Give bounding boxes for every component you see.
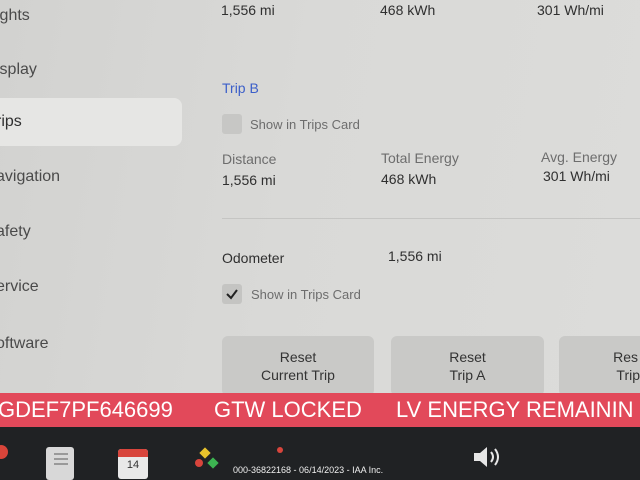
settings-sidebar: ights isplay rips avigation afety ervice… (0, 0, 190, 395)
settings-screen: ights isplay rips avigation afety ervice… (0, 0, 640, 396)
odometer-value: 1,556 mi (388, 248, 442, 264)
alert-banner: GDEF7PF646699 GTW LOCKED LV ENERGY REMAI… (0, 393, 640, 427)
odometer-show-checkbox[interactable] (222, 284, 242, 304)
alert-lv-energy: LV ENERGY REMAININ (396, 397, 634, 422)
sidebar-item-label: oftware (0, 335, 49, 352)
sidebar-item-navigation[interactable]: avigation (0, 155, 182, 199)
trip-b-avg-label: Avg. Energy (541, 149, 618, 165)
button-label-line2: Trip A (449, 367, 486, 383)
button-label-line2: Current Trip (261, 367, 335, 383)
button-label-line1: Reset (449, 349, 486, 365)
volume-icon[interactable] (472, 445, 504, 474)
trip-b-distance-value: 1,556 mi (222, 172, 276, 188)
trip-b-distance-label: Distance (222, 151, 277, 167)
sidebar-item-software[interactable]: oftware (0, 322, 182, 366)
sidebar-item-label: ervice (0, 278, 39, 295)
sidebar-item-safety[interactable]: afety (0, 210, 182, 254)
reset-current-trip-button[interactable]: Reset Current Trip (222, 336, 374, 396)
trip-b-energy-label: Total Energy (381, 150, 459, 166)
sidebar-item-label: ights (0, 7, 30, 24)
sidebar-item-label: rips (0, 113, 22, 130)
reset-trip-b-button[interactable]: Res Trip (559, 336, 640, 396)
trip-b-title: Trip B (222, 80, 259, 96)
calendar-day: 14 (126, 459, 140, 471)
sd-card-icon[interactable] (46, 447, 74, 480)
trip-b-checkbox-label: Show in Trips Card (250, 117, 360, 132)
trip-a-avg-value: 301 Wh/mi (537, 2, 604, 18)
watermark: 000-36822168 - 06/14/2023 - IAA Inc. (233, 465, 384, 475)
alert-gtw-locked: GTW LOCKED (214, 397, 362, 422)
odometer-label: Odometer (222, 250, 285, 266)
section-divider (222, 218, 640, 219)
sidebar-item-lights[interactable]: ights (0, 0, 182, 38)
reset-trip-a-button[interactable]: Reset Trip A (391, 336, 544, 396)
sidebar-item-label: avigation (0, 168, 61, 185)
button-label-line1: Reset (279, 349, 317, 365)
record-dot-icon (277, 447, 283, 453)
odometer-checkbox-label: Show in Trips Card (251, 287, 361, 302)
checkmark-icon (226, 289, 238, 300)
sidebar-item-label: isplay (0, 61, 37, 78)
sidebar-item-trips[interactable]: rips (0, 98, 182, 146)
sidebar-item-label: afety (0, 223, 31, 240)
notification-dot-icon (0, 445, 8, 459)
button-label-line2: Trip (616, 367, 640, 383)
button-label-line1: Res (613, 349, 638, 365)
sidebar-item-display[interactable]: isplay (0, 48, 182, 92)
apps-icon[interactable] (195, 447, 221, 475)
trip-a-energy-value: 468 kWh (380, 2, 436, 18)
trip-b-avg-value: 301 Wh/mi (543, 168, 610, 184)
trip-a-distance-value: 1,556 mi (221, 2, 275, 18)
alert-vin: GDEF7PF646699 (0, 397, 173, 422)
calendar-icon[interactable]: 14 (118, 449, 148, 479)
trip-b-show-checkbox[interactable] (222, 114, 242, 134)
trip-b-energy-value: 468 kWh (381, 171, 437, 187)
sidebar-item-service[interactable]: ervice (0, 265, 182, 309)
